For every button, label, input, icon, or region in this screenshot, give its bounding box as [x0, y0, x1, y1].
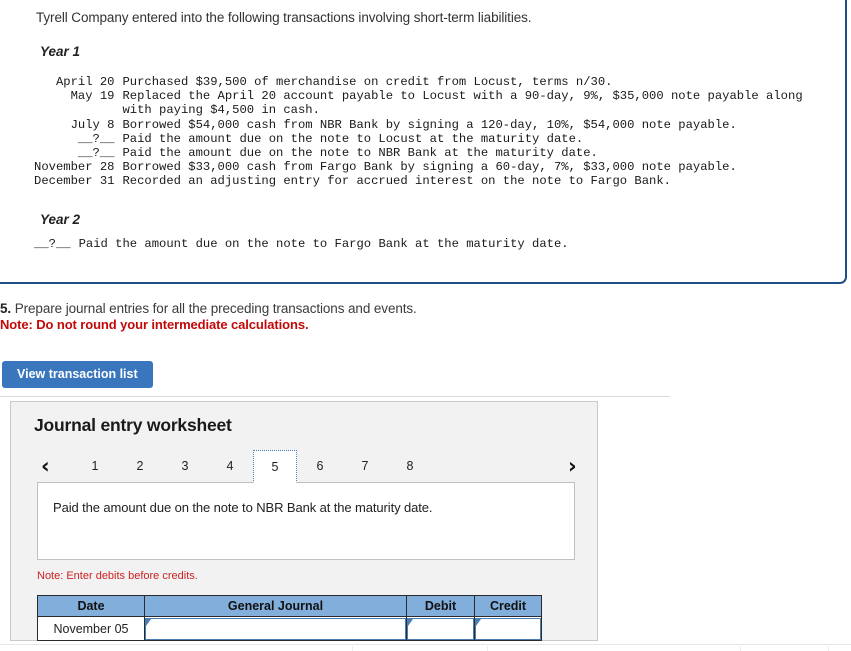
journal-table-head: Date General Journal Debit Credit	[37, 595, 542, 617]
journal-entry-table: Date General Journal Debit Credit Novemb…	[37, 595, 542, 641]
transaction-description: Purchased $39,500 of merchandise on cred…	[122, 75, 613, 89]
journal-header-row: Date General Journal Debit Credit	[37, 595, 542, 617]
transaction-description: Borrowed $54,000 cash from NBR Bank by s…	[122, 117, 737, 132]
transaction-date: April 20	[55, 75, 115, 89]
footer-tick-mark	[352, 646, 353, 651]
cell-general-journal[interactable]	[144, 616, 407, 641]
debits-before-credits-note: Note: Enter debits before credits.	[37, 570, 198, 582]
transaction-description: Paid the amount due on the note to NBR B…	[122, 146, 598, 161]
transaction-description: Paid the amount due on the note to Fargo…	[78, 237, 569, 251]
worksheet-tab-3[interactable]: 3	[163, 450, 207, 483]
year2-transaction-table: __?__ Paid the amount due on the note to …	[34, 237, 569, 251]
transaction-description: with paying $4,500 in cash.	[122, 103, 320, 118]
transaction-row: __?__ Paid the amount due on the note to …	[34, 237, 569, 251]
transaction-description: Borrowed $33,000 cash from Fargo Bank by…	[122, 160, 737, 175]
requirement-text: Prepare journal entries for all the prec…	[14, 301, 417, 316]
year2-heading: Year 2	[40, 212, 81, 227]
worksheet-tab-1[interactable]: 1	[73, 450, 117, 483]
transaction-description: Paid the amount due on the note to Locus…	[122, 131, 584, 146]
footer-tick-mark	[487, 646, 488, 651]
year2-transaction-body: __?__ Paid the amount due on the note to …	[34, 237, 569, 251]
view-transaction-list-button[interactable]: View transaction list	[2, 361, 153, 388]
transaction-row: __?__ Paid the amount due on the note to …	[34, 132, 803, 146]
requirement-line: 5. Prepare journal entries for all the p…	[0, 301, 417, 316]
cell-credit-input[interactable]	[475, 617, 541, 640]
footer-tick-mark	[828, 646, 829, 651]
transaction-row: April 20 Purchased $39,500 of merchandise…	[34, 75, 803, 89]
transaction-date: May 19	[70, 89, 115, 104]
transaction-date: July 8	[70, 117, 115, 132]
chevron-right-icon[interactable]: ›	[568, 453, 577, 479]
transaction-date: November 28	[34, 160, 115, 175]
journal-table-body: November 05	[37, 616, 542, 641]
transaction-date	[34, 103, 122, 117]
worksheet-tab-strip: ‹ › 12345678	[27, 450, 583, 483]
transaction-row: July 8 Borrowed $54,000 cash from NBR Ban…	[34, 118, 803, 132]
worksheet-tab-6[interactable]: 6	[298, 450, 342, 483]
worksheet-title: Journal entry worksheet	[34, 415, 232, 435]
transaction-row: with paying $4,500 in cash.	[34, 103, 803, 117]
journal-entry-worksheet-card: Journal entry worksheet ‹ › 12345678 Pai…	[10, 401, 598, 641]
year1-heading: Year 1	[40, 44, 81, 59]
section-divider	[0, 396, 670, 397]
transaction-date: December 31	[34, 174, 115, 189]
transaction-row: December 31 Recorded an adjusting entry f…	[34, 174, 803, 188]
cell-debit-input[interactable]	[407, 617, 474, 640]
year1-transaction-body: April 20 Purchased $39,500 of merchandise…	[34, 75, 803, 189]
requirement-note: Note: Do not round your intermediate cal…	[0, 317, 309, 332]
cell-debit[interactable]	[406, 616, 475, 641]
column-header-date: Date	[37, 595, 145, 617]
transaction-date: __?__	[34, 237, 71, 251]
column-header-general-journal: General Journal	[144, 595, 407, 617]
transaction-date: __?__	[77, 146, 115, 161]
transaction-description: Recorded an adjusting entry for accrued …	[122, 174, 671, 189]
table-row: November 05	[37, 616, 542, 641]
problem-statement-panel: Tyrell Company entered into the followin…	[0, 0, 847, 284]
entry-description-text: Paid the amount due on the note to NBR B…	[53, 500, 433, 515]
problem-intro-text: Tyrell Company entered into the followin…	[36, 10, 532, 25]
transaction-date: __?__	[77, 131, 115, 146]
cell-date: November 05	[37, 616, 145, 641]
transaction-row: May 19 Replaced the April 20 account paya…	[34, 89, 803, 103]
year1-transaction-table: April 20 Purchased $39,500 of merchandise…	[34, 75, 803, 189]
worksheet-tab-4[interactable]: 4	[208, 450, 252, 483]
requirement-number: 5.	[0, 301, 12, 316]
footer-divider	[0, 644, 851, 645]
worksheet-tab-5[interactable]: 5	[253, 450, 297, 483]
cell-general-journal-input[interactable]	[145, 617, 406, 640]
worksheet-tab-8[interactable]: 8	[388, 450, 432, 483]
transaction-row: November 28 Borrowed $33,000 cash from Fa…	[34, 160, 803, 174]
page-root: Tyrell Company entered into the followin…	[0, 0, 851, 651]
worksheet-tab-7[interactable]: 7	[343, 450, 387, 483]
chevron-left-icon[interactable]: ‹	[41, 453, 50, 479]
entry-description-box: Paid the amount due on the note to NBR B…	[37, 482, 575, 560]
worksheet-tab-2[interactable]: 2	[118, 450, 162, 483]
cell-credit[interactable]	[474, 616, 542, 641]
column-header-debit: Debit	[406, 595, 475, 617]
footer-tick-mark	[740, 646, 741, 651]
transaction-row: __?__ Paid the amount due on the note to …	[34, 146, 803, 160]
transaction-description: Replaced the April 20 account payable to…	[122, 89, 803, 104]
column-header-credit: Credit	[474, 595, 542, 617]
